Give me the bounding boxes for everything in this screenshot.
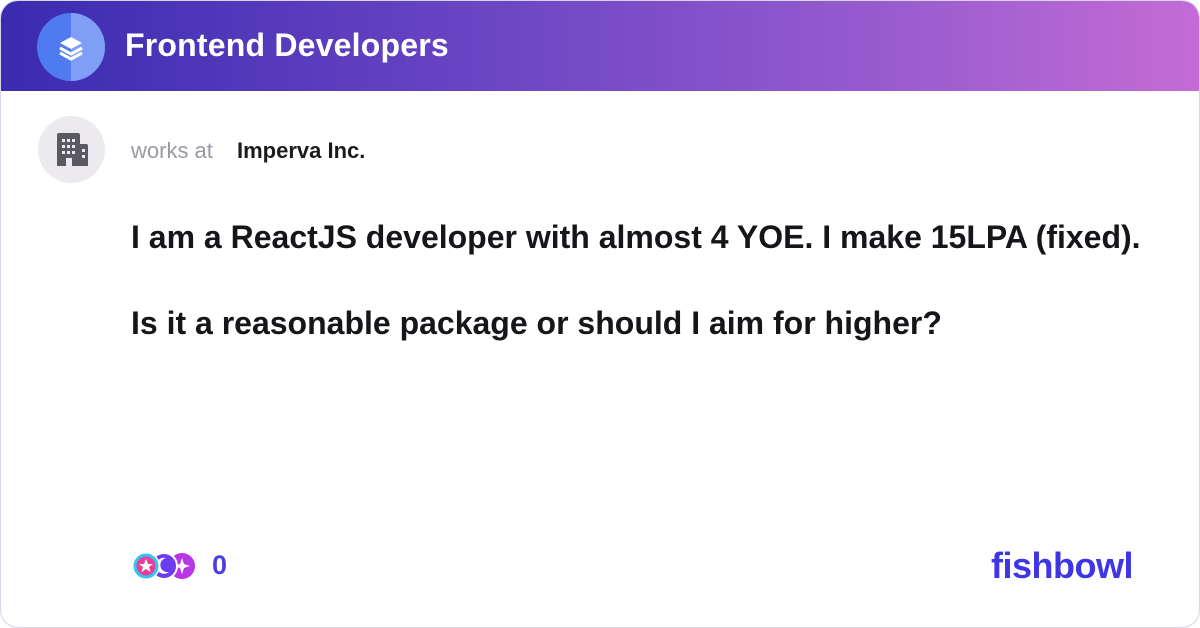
fishbowl-logo: fishbowl bbox=[991, 545, 1134, 586]
layers-icon bbox=[59, 37, 83, 61]
post-text-line-2: Is it a reasonable package or should I a… bbox=[131, 305, 942, 341]
group-header: Frontend Developers bbox=[1, 1, 1199, 91]
group-logo[interactable] bbox=[37, 13, 105, 81]
star-reaction-icon bbox=[132, 552, 160, 580]
reactions-icon-group[interactable] bbox=[131, 550, 199, 582]
post-card: Frontend Developers works at Imperva Inc… bbox=[0, 0, 1200, 628]
company-name[interactable]: Imperva Inc. bbox=[237, 138, 365, 164]
building-icon bbox=[57, 133, 88, 166]
author-avatar bbox=[38, 116, 105, 183]
reaction-count: 0 bbox=[212, 550, 228, 580]
group-title[interactable]: Frontend Developers bbox=[125, 23, 449, 67]
works-at-label: works at bbox=[131, 138, 213, 163]
post-text-line-1: I am a ReactJS developer with almost 4 Y… bbox=[131, 219, 1141, 255]
